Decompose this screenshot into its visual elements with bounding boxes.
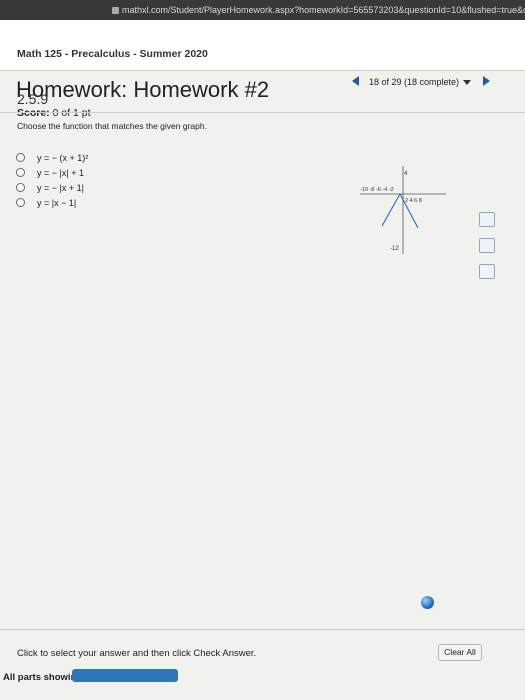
- loading-cursor-icon: [421, 596, 434, 609]
- score-label: Score:: [17, 107, 50, 119]
- y-bottom-tick-label: -12: [390, 246, 399, 252]
- score: Score: 0 of 1 pt: [17, 107, 91, 119]
- url-label: mathxl.com/Student/PlayerHomework.aspx?h…: [122, 5, 525, 15]
- clear-all-button[interactable]: Clear All: [438, 644, 482, 661]
- x-neg-tick-labels: -10 -8 -6 -4 -2: [360, 187, 394, 193]
- x-pos-tick-labels: 2 4 6 8: [405, 198, 422, 204]
- question-progress[interactable]: 18 of 29 (18 complete): [369, 77, 459, 87]
- radio-button[interactable]: [16, 183, 25, 192]
- divider: [0, 112, 525, 113]
- instruction-text: Click to select your answer and then cli…: [17, 648, 257, 659]
- answer-option-d[interactable]: y = |x − 1|: [16, 195, 88, 210]
- option-label: y = − |x| + 1: [37, 167, 84, 178]
- course-header: Math 125 - Precalculus - Summer 2020: [0, 20, 525, 71]
- answer-option-b[interactable]: y = − |x| + 1: [16, 165, 88, 180]
- parts-progress-bar: [72, 669, 178, 682]
- question-navigation: 18 of 29 (18 complete): [352, 76, 491, 87]
- answer-option-a[interactable]: y = − (x + 1)²: [16, 150, 88, 165]
- previous-question-button[interactable]: [352, 76, 359, 86]
- popout-icon[interactable]: [479, 264, 495, 279]
- lock-icon: [112, 7, 119, 14]
- question-prompt: Choose the function that matches the giv…: [17, 121, 207, 131]
- answer-options: y = − (x + 1)² y = − |x| + 1 y = − |x + …: [16, 150, 88, 210]
- question-number: 2.5.9: [17, 91, 49, 107]
- next-question-button[interactable]: [483, 76, 491, 86]
- radio-button[interactable]: [16, 153, 25, 162]
- zoom-out-icon[interactable]: [479, 238, 495, 253]
- footer-divider: [0, 629, 525, 630]
- function-graph: 4 -12 -10 -8 -6 -4 -2 2 4 6 8: [360, 166, 450, 261]
- url-text[interactable]: mathxl.com/Student/PlayerHomework.aspx?h…: [112, 0, 525, 20]
- option-label: y = − (x + 1)²: [37, 152, 89, 163]
- option-label: y = − |x + 1|: [37, 182, 84, 193]
- score-value: 0 of 1 pt: [52, 107, 91, 119]
- y-top-tick-label: 4: [404, 171, 408, 177]
- answer-option-c[interactable]: y = − |x + 1|: [16, 180, 88, 195]
- zoom-in-icon[interactable]: [479, 212, 495, 227]
- chevron-down-icon[interactable]: [463, 80, 472, 85]
- browser-address-bar[interactable]: mathxl.com/Student/PlayerHomework.aspx?h…: [0, 0, 525, 20]
- option-label: y = |x − 1|: [37, 197, 77, 208]
- graph-svg: 4 -12 -10 -8 -6 -4 -2 2 4 6 8: [360, 166, 446, 254]
- course-title: Math 125 - Precalculus - Summer 2020: [17, 48, 208, 60]
- radio-button[interactable]: [16, 168, 25, 177]
- radio-button[interactable]: [16, 198, 25, 207]
- homework-title: Homework: Homework #2: [16, 77, 270, 102]
- parts-showing-label: All parts showing: [3, 672, 83, 683]
